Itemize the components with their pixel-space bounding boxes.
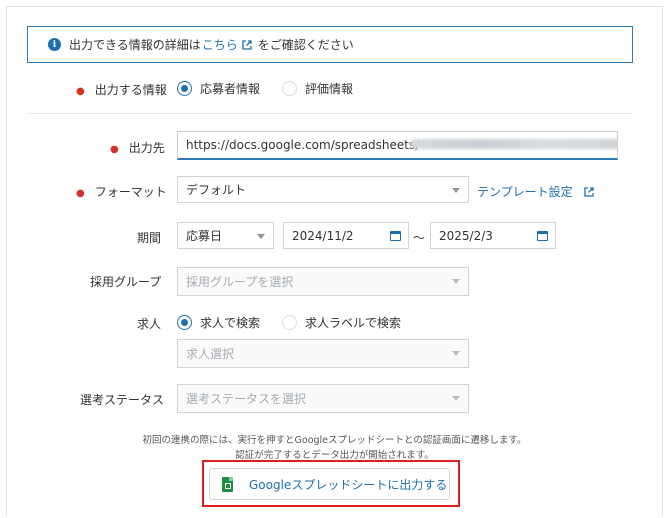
job-select[interactable]: 求人選択 xyxy=(177,339,469,368)
job-radio-group: 求人で検索 求人ラベルで検索 xyxy=(177,314,423,331)
radio-search-by-job-label-tag[interactable] xyxy=(282,315,298,330)
required-mark: ● xyxy=(110,144,119,155)
google-sheets-icon xyxy=(222,476,233,492)
radio-search-by-job-label[interactable]: 求人で検索 xyxy=(200,314,260,331)
output-info-label: ● 出力する情報 xyxy=(76,83,167,97)
info-banner: i 出力できる情報の詳細はこちら をご確認ください xyxy=(27,26,633,63)
divider xyxy=(27,113,633,114)
period-type-select[interactable]: 応募日 xyxy=(177,222,274,249)
chevron-down-icon xyxy=(452,279,460,284)
chevron-down-icon xyxy=(452,188,460,193)
auth-note-line2: 認証が完了するとデータ出力が開始されます。 xyxy=(235,450,434,461)
external-link-icon xyxy=(584,187,595,197)
details-link[interactable]: こちら xyxy=(202,38,238,52)
auth-note-line1: 初回の連携の際には、実行を押すとGoogleスプレッドシートとの認証画面に遷移し… xyxy=(142,435,527,446)
required-mark: ● xyxy=(76,86,85,97)
radio-applicant-info[interactable] xyxy=(177,81,192,96)
radio-applicant-info-label[interactable]: 応募者情報 xyxy=(200,80,260,97)
chevron-down-icon xyxy=(452,351,460,356)
export-to-google-sheets-button[interactable]: Googleスプレッドシートに出力する xyxy=(209,468,450,500)
radio-search-by-job-label-tag-label[interactable]: 求人ラベルで検索 xyxy=(305,314,401,331)
radio-evaluation-info-label[interactable]: 評価情報 xyxy=(305,80,353,97)
required-mark: ● xyxy=(76,188,85,199)
status-label: 選考ステータス xyxy=(80,393,165,407)
output-info-radio-group: 応募者情報 評価情報 xyxy=(177,80,375,97)
destination-url-input[interactable]: https://docs.google.com/spreadsheets/ xyxy=(177,131,618,160)
date-range-separator: ～ xyxy=(413,231,426,245)
period-label: 期間 xyxy=(137,231,162,245)
template-settings-link[interactable]: テンプレート設定 xyxy=(477,183,600,200)
calendar-icon[interactable] xyxy=(529,223,555,248)
end-date-input[interactable]: 2025/2/3 xyxy=(430,222,556,249)
start-date-input[interactable]: 2024/11/2 xyxy=(283,222,409,249)
group-label: 採用グループ xyxy=(90,275,162,289)
destination-label: ● 出力先 xyxy=(110,141,165,155)
job-label: 求人 xyxy=(137,317,162,331)
redacted-url xyxy=(410,139,617,149)
status-select[interactable]: 選考ステータスを選択 xyxy=(177,384,469,413)
format-label: ● フォーマット xyxy=(76,185,167,199)
info-icon: i xyxy=(48,38,61,51)
calendar-icon[interactable] xyxy=(382,223,408,248)
export-button-label: Googleスプレッドシートに出力する xyxy=(249,477,448,492)
group-select[interactable]: 採用グループを選択 xyxy=(177,267,469,296)
external-link-icon[interactable] xyxy=(242,40,252,50)
radio-search-by-job[interactable] xyxy=(177,315,192,330)
format-select[interactable]: デフォルト xyxy=(177,176,469,203)
chevron-down-icon xyxy=(257,234,265,239)
radio-evaluation-info[interactable] xyxy=(282,81,298,96)
chevron-down-icon xyxy=(452,396,460,401)
info-text: 出力できる情報の詳細はこちら をご確認ください xyxy=(69,38,354,52)
